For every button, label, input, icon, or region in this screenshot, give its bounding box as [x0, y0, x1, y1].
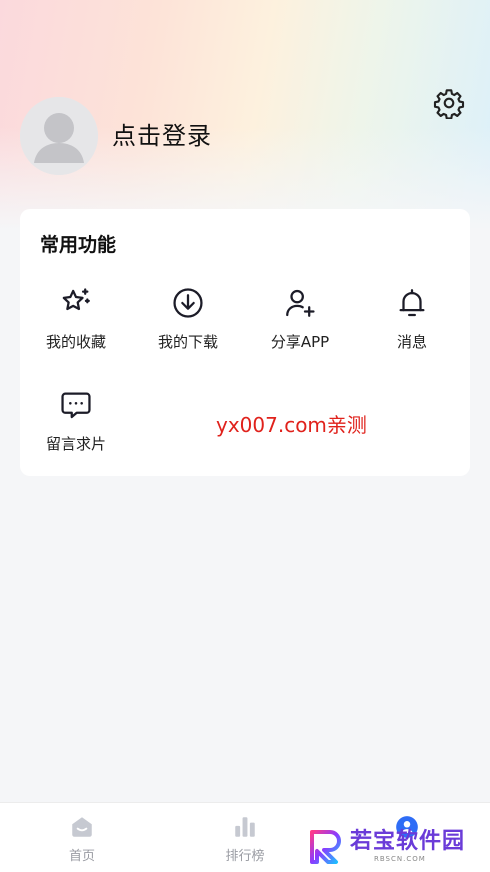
logo-subtext: RBSCN.COM [374, 855, 426, 863]
r-logo-icon [310, 830, 341, 864]
messages-label: 消息 [396, 333, 427, 351]
download-icon [173, 288, 203, 318]
messages-button[interactable]: 消息 [356, 285, 468, 365]
star-sparkle-icon [62, 288, 90, 311]
request-movie-label: 留言求片 [45, 435, 106, 453]
tab-ranking[interactable]: 排行榜 [190, 803, 300, 872]
bar-chart-icon [235, 817, 255, 837]
share-app-label: 分享APP [270, 333, 330, 351]
login-link[interactable]: 点击登录 [112, 119, 212, 153]
section-title: 常用功能 [40, 234, 117, 256]
tab-ranking-label: 排行榜 [225, 849, 265, 864]
gear-icon [433, 89, 465, 119]
avatar[interactable] [20, 97, 98, 175]
bell-icon [399, 289, 425, 317]
tab-home-label: 首页 [68, 849, 95, 864]
watermark-text: yx007.com亲测 [216, 413, 367, 437]
downloads-button[interactable]: 我的下载 [132, 285, 244, 365]
request-movie-button[interactable]: 留言求片 [20, 387, 132, 467]
share-app-button[interactable]: 分享APP [244, 285, 356, 365]
message-icon [61, 392, 91, 419]
downloads-label: 我的下载 [157, 333, 218, 351]
logo-text: 若宝软件园 [350, 829, 466, 854]
settings-button[interactable] [430, 84, 468, 122]
favorites-button[interactable]: 我的收藏 [20, 285, 132, 365]
favorites-label: 我的收藏 [45, 333, 106, 351]
site-logo: 若宝软件园 RBSCN.COM [308, 826, 478, 866]
add-user-icon [286, 289, 315, 317]
default-avatar-icon [20, 97, 98, 175]
home-icon [72, 817, 92, 837]
tab-home[interactable]: 首页 [27, 803, 137, 872]
